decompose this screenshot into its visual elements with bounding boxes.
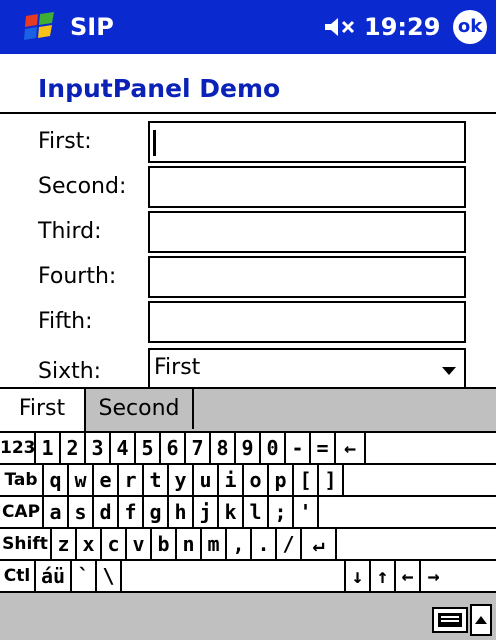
volume-muted-icon[interactable]: [323, 15, 359, 39]
key[interactable]: m: [202, 529, 227, 559]
key[interactable]: d: [94, 497, 119, 527]
key[interactable]: `: [72, 561, 97, 591]
second-input[interactable]: [148, 166, 466, 208]
key[interactable]: x: [77, 529, 102, 559]
ok-button[interactable]: ok: [453, 10, 487, 44]
key[interactable]: z: [52, 529, 77, 559]
keyboard-icon-glyph: [438, 613, 462, 627]
label-fifth: Fifth:: [38, 309, 93, 334]
key-123[interactable]: 123: [0, 433, 36, 463]
enter-key[interactable]: ↵: [302, 529, 337, 559]
key[interactable]: t: [144, 465, 169, 495]
key[interactable]: c: [102, 529, 127, 559]
menu-bar: [0, 593, 496, 640]
header-divider: [0, 112, 496, 114]
app-title: SIP: [70, 13, 114, 41]
key[interactable]: ,: [227, 529, 252, 559]
key[interactable]: a: [44, 497, 69, 527]
tab-first[interactable]: First: [0, 387, 86, 431]
arrow-left-key[interactable]: ←: [396, 561, 421, 591]
key[interactable]: 7: [186, 433, 211, 463]
keyboard-row: CAP a s d f g h j k l ; ': [0, 497, 496, 529]
key[interactable]: o: [244, 465, 269, 495]
key[interactable]: 5: [136, 433, 161, 463]
key-shift[interactable]: Shift: [0, 529, 52, 559]
key[interactable]: n: [177, 529, 202, 559]
key[interactable]: u: [194, 465, 219, 495]
key[interactable]: 1: [36, 433, 61, 463]
key-tab[interactable]: Tab: [0, 465, 44, 495]
key[interactable]: /: [277, 529, 302, 559]
third-input[interactable]: [148, 211, 466, 253]
arrow-right-key[interactable]: →: [421, 561, 446, 591]
spacebar[interactable]: [122, 561, 346, 591]
key[interactable]: l: [244, 497, 269, 527]
keyboard-row: 123 1 2 3 4 5 6 7 8 9 0 - = ←: [0, 433, 496, 465]
key[interactable]: k: [219, 497, 244, 527]
select-value: First: [154, 355, 201, 380]
key[interactable]: 8: [211, 433, 236, 463]
label-sixth: Sixth:: [38, 359, 102, 384]
tab-strip: First Second: [0, 387, 496, 431]
up-arrow-icon[interactable]: [470, 604, 492, 636]
windows-flag-icon[interactable]: [20, 10, 60, 44]
arrow-down-key[interactable]: ↓: [346, 561, 371, 591]
arrow-up-key[interactable]: ↑: [371, 561, 396, 591]
key[interactable]: =: [311, 433, 336, 463]
key[interactable]: ;: [269, 497, 294, 527]
keyboard-icon[interactable]: [432, 607, 468, 633]
key-international[interactable]: áü: [36, 561, 72, 591]
key[interactable]: q: [44, 465, 69, 495]
key[interactable]: -: [286, 433, 311, 463]
key[interactable]: 9: [236, 433, 261, 463]
key[interactable]: 3: [86, 433, 111, 463]
key[interactable]: f: [119, 497, 144, 527]
key[interactable]: i: [219, 465, 244, 495]
key[interactable]: p: [269, 465, 294, 495]
key[interactable]: ': [294, 497, 319, 527]
key[interactable]: ]: [319, 465, 344, 495]
first-input[interactable]: [148, 121, 466, 163]
title-bar: SIP 19:29 ok: [0, 0, 496, 54]
key[interactable]: e: [94, 465, 119, 495]
key[interactable]: 0: [261, 433, 286, 463]
key[interactable]: w: [69, 465, 94, 495]
chevron-down-icon[interactable]: [442, 367, 456, 375]
label-first: First:: [38, 129, 92, 154]
key[interactable]: 6: [161, 433, 186, 463]
key[interactable]: s: [69, 497, 94, 527]
keyboard-row: Ctl áü ` \ ↓ ↑ ← →: [0, 561, 496, 593]
key[interactable]: r: [119, 465, 144, 495]
key[interactable]: b: [152, 529, 177, 559]
tab-second[interactable]: Second: [86, 389, 194, 429]
soft-keyboard: 123 1 2 3 4 5 6 7 8 9 0 - = ← Tab q w e …: [0, 431, 496, 593]
backspace-key[interactable]: ←: [336, 433, 366, 463]
key[interactable]: h: [169, 497, 194, 527]
fifth-input[interactable]: [148, 301, 466, 343]
key[interactable]: 2: [61, 433, 86, 463]
sixth-select[interactable]: First: [148, 348, 466, 388]
key[interactable]: v: [127, 529, 152, 559]
label-fourth: Fourth:: [38, 264, 117, 289]
key[interactable]: g: [144, 497, 169, 527]
key[interactable]: j: [194, 497, 219, 527]
key[interactable]: y: [169, 465, 194, 495]
clock[interactable]: 19:29: [364, 13, 440, 41]
keyboard-row: Tab q w e r t y u i o p [ ]: [0, 465, 496, 497]
key-ctl[interactable]: Ctl: [0, 561, 36, 591]
text-caret: [153, 130, 156, 156]
key[interactable]: \: [97, 561, 122, 591]
key[interactable]: [: [294, 465, 319, 495]
fourth-input[interactable]: [148, 256, 466, 298]
key[interactable]: .: [252, 529, 277, 559]
page-title: InputPanel Demo: [38, 74, 281, 103]
key-caps[interactable]: CAP: [0, 497, 44, 527]
label-second: Second:: [38, 174, 127, 199]
key[interactable]: 4: [111, 433, 136, 463]
label-third: Third:: [38, 219, 102, 244]
keyboard-row: Shift z x c v b n m , . / ↵: [0, 529, 496, 561]
